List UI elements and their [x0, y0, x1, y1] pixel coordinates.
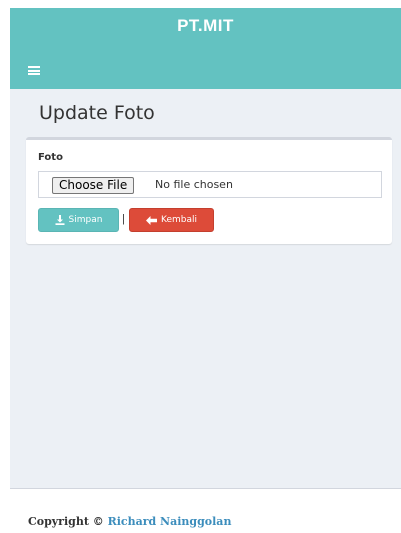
- update-photo-form: Foto Choose File No file chosen Simpan |…: [26, 137, 392, 244]
- button-separator: |: [122, 213, 125, 225]
- hamburger-icon[interactable]: [28, 66, 40, 75]
- page-title: Update Foto: [39, 102, 155, 124]
- save-button-label: Simpan: [68, 215, 103, 225]
- brand-logo[interactable]: PT.MIT: [10, 16, 401, 36]
- app-frame: PT.MIT Update Foto Foto Choose File No f…: [10, 8, 401, 533]
- file-status-text: No file chosen: [155, 178, 233, 191]
- top-header: PT.MIT: [10, 8, 401, 89]
- arrow-left-icon: [146, 215, 157, 225]
- copyright-label: Copyright ©: [28, 515, 104, 528]
- download-icon: [55, 215, 65, 225]
- choose-file-button[interactable]: Choose File: [52, 177, 135, 194]
- back-button[interactable]: Kembali: [129, 208, 214, 232]
- footer: Copyright © Richard Nainggolan: [10, 488, 401, 533]
- author-link[interactable]: Richard Nainggolan: [108, 515, 232, 528]
- foto-field-label: Foto: [38, 152, 63, 163]
- save-button[interactable]: Simpan: [38, 208, 119, 232]
- back-button-label: Kembali: [161, 215, 197, 225]
- file-input[interactable]: Choose File No file chosen: [38, 171, 382, 198]
- copyright-text: Copyright © Richard Nainggolan: [28, 515, 231, 528]
